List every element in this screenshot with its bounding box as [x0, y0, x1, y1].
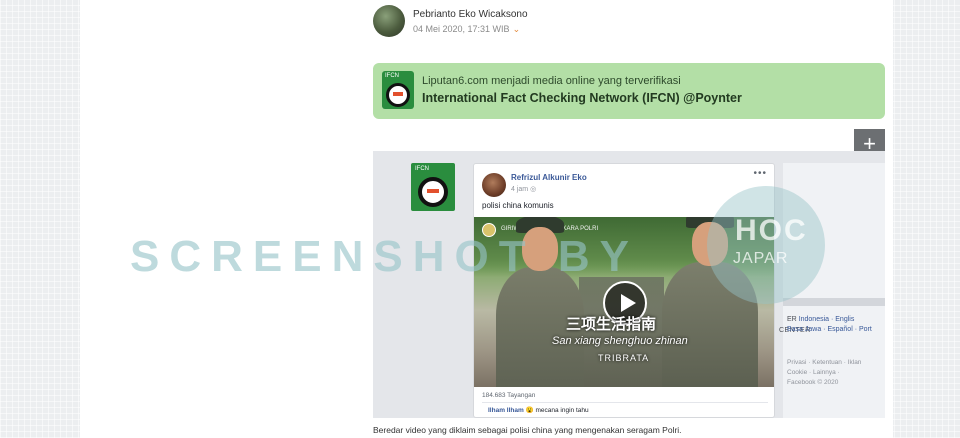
watermark-text: SCREENSHOT BY: [130, 232, 639, 281]
ifcn-logo-tag: IFCN: [385, 73, 399, 79]
subtitle-pinyin: San xiang shenghuo zhinan: [552, 335, 688, 347]
comment-text: mecana ingin tahu: [535, 407, 589, 414]
ifcn-logo-icon: IFCN: [382, 71, 414, 109]
more-options-icon[interactable]: •••: [753, 168, 767, 179]
author-avatar[interactable]: [373, 5, 405, 37]
watermark-logo-sub: JAPAR: [733, 250, 789, 267]
chevron-down-icon[interactable]: ⌄: [513, 24, 521, 34]
footer-links-row1[interactable]: Privasi · Ketentuan · Iklan: [787, 359, 861, 366]
post-time-text: 4 jam: [511, 186, 529, 193]
language-link-row2[interactable]: Basa Jawa · Español · Port: [787, 326, 872, 333]
view-count: 184.683 Tayangan: [482, 392, 536, 399]
banner-line1: Liputan6.com menjadi media online yang t…: [422, 75, 681, 87]
publish-date: 04 Mei 2020, 17:31 WIB ⌄: [413, 24, 520, 35]
subtitle-word: TRIBRATA: [598, 353, 650, 363]
language-link-row1[interactable]: Indonesia · Englis: [799, 316, 855, 323]
globe-icon: ◎: [530, 186, 537, 193]
divider: [482, 402, 768, 403]
ifcn-logo-ring: [386, 83, 410, 107]
ifcn-logo-large-icon: IFCN: [411, 163, 455, 211]
watermark-logo-main: HOC: [735, 214, 808, 247]
ifcn-logo-ring: [418, 177, 448, 207]
post-time: 4 jam ◎: [511, 185, 536, 193]
subtitle-chinese: 三项生活指南: [566, 316, 657, 333]
banner-line2: International Fact Checking Network (IFC…: [422, 91, 742, 105]
publish-date-text: 04 Mei 2020, 17:31 WIB: [413, 24, 510, 34]
ifcn-logo-tag: IFCN: [415, 166, 429, 172]
emoji-icon: 😮: [525, 407, 534, 414]
sidebar-footer: Privasi · Ketentuan · Iklan Cookie · Lai…: [787, 358, 885, 388]
author-name[interactable]: Pebrianto Eko Wicaksono: [413, 9, 528, 20]
footer-links-row2[interactable]: Cookie · Lainnya ·: [787, 369, 840, 376]
poster-avatar[interactable]: [482, 173, 506, 197]
verification-banner[interactable]: IFCN Liputan6.com menjadi media online y…: [373, 63, 885, 119]
poster-name[interactable]: Refrizul Alkunir Eko: [511, 173, 587, 182]
comment: Ilham Ilham 😮 mecana ingin tahu: [488, 406, 589, 414]
footer-copyright: Facebook © 2020: [787, 379, 839, 386]
image-caption: Beredar video yang diklaim sebagai polis…: [373, 425, 682, 435]
language-prefix: ER: [787, 316, 797, 323]
sidebar-divider: [783, 298, 885, 306]
watermark-logo: HOC JAPAR: [707, 186, 825, 304]
language-links: ER Indonesia · Englis Basa Jawa · Españo…: [787, 315, 885, 335]
post-text: polisi china komunis: [482, 201, 554, 210]
commenter-name[interactable]: Ilham Ilham: [488, 407, 524, 414]
